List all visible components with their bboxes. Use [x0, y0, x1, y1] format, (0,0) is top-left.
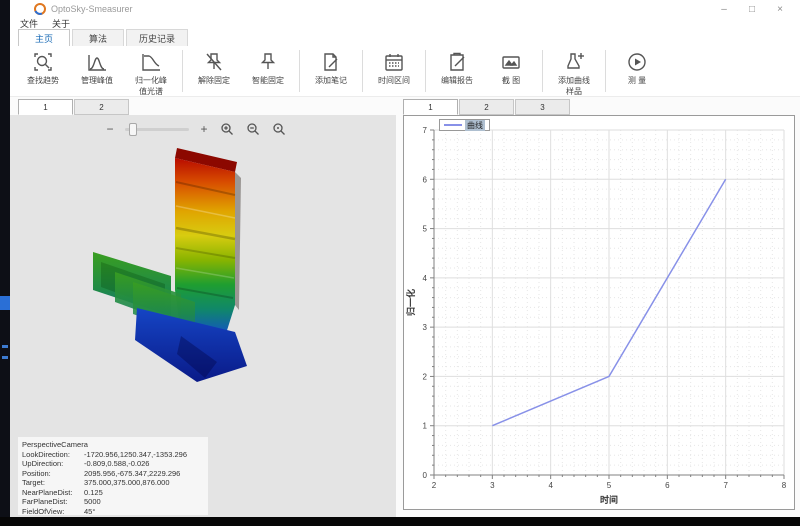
- maximize-button[interactable]: □: [738, 0, 766, 18]
- zoom-plus-button[interactable]: +: [199, 122, 209, 136]
- svg-text:8: 8: [782, 481, 787, 490]
- right-chart-panel: 1 2 3 曲线 234567801234567时间归一化: [403, 97, 797, 517]
- calendar-icon: [382, 50, 406, 74]
- svg-text:7: 7: [723, 481, 728, 490]
- smart-pin-button[interactable]: 智能固定: [241, 46, 295, 96]
- content-area: 1 2 − +: [10, 97, 800, 517]
- measure-button[interactable]: 测 量: [610, 46, 664, 96]
- svg-text:时间: 时间: [600, 494, 618, 505]
- toolbar-separator: [605, 50, 606, 92]
- normalize-curve-icon: [139, 50, 163, 74]
- toolbar-separator: [362, 50, 363, 92]
- minimize-button[interactable]: –: [710, 0, 738, 18]
- zoom-out-icon[interactable]: [245, 121, 261, 137]
- toolbar-separator: [182, 50, 183, 92]
- app-icon: [34, 3, 46, 15]
- left-panel-tabs: 1 2: [18, 99, 130, 115]
- svg-text:归一化: 归一化: [405, 289, 416, 316]
- screenshot-image-icon: [499, 50, 523, 74]
- pin-icon: [256, 50, 280, 74]
- left-3d-panel: 1 2 − +: [10, 97, 396, 517]
- tab-algorithm[interactable]: 算法: [72, 29, 124, 46]
- legend-series-label: 曲线: [465, 120, 485, 131]
- svg-text:3: 3: [490, 481, 495, 490]
- toolbar: 查找趋势 管理峰值 归一化峰 值光谱 解除固定: [10, 46, 800, 97]
- svg-text:2: 2: [423, 372, 428, 381]
- unpin-icon: [202, 50, 226, 74]
- svg-text:0: 0: [423, 471, 428, 480]
- add-note-button[interactable]: 添加笔记: [304, 46, 358, 96]
- background-window-strip: [0, 0, 10, 526]
- close-button[interactable]: ×: [766, 0, 794, 18]
- add-sample-flask-icon: [562, 50, 586, 74]
- svg-text:1: 1: [423, 422, 428, 431]
- screenshot-button[interactable]: 截 图: [484, 46, 538, 96]
- edit-report-button[interactable]: 编辑报告: [430, 46, 484, 96]
- 3d-viewport[interactable]: − +: [10, 115, 396, 517]
- zoom-fit-icon[interactable]: [271, 121, 287, 137]
- peak-curve-icon: [85, 50, 109, 74]
- svg-text:2: 2: [432, 481, 437, 490]
- ribbon-tab-strip: 主页 算法 历史记录: [10, 29, 800, 46]
- time-interval-button[interactable]: 时间区间: [367, 46, 421, 96]
- tab-home[interactable]: 主页: [18, 29, 70, 46]
- find-trend-button[interactable]: 查找趋势: [16, 46, 70, 96]
- toolbar-separator: [542, 50, 543, 92]
- chart-legend[interactable]: 曲线: [439, 119, 490, 131]
- toolbar-separator: [425, 50, 426, 92]
- background-blue-block: [0, 296, 10, 310]
- zoom-slider[interactable]: [125, 128, 189, 131]
- menubar: 文件 关于: [10, 18, 800, 29]
- right-tab-1[interactable]: 1: [403, 99, 458, 115]
- zoom-in-icon[interactable]: [219, 121, 235, 137]
- left-tab-2[interactable]: 2: [74, 99, 129, 115]
- svg-text:3: 3: [423, 323, 428, 332]
- zoom-minus-button[interactable]: −: [105, 122, 115, 136]
- svg-text:7: 7: [423, 126, 428, 135]
- normalize-peak-spectrum-button[interactable]: 归一化峰 值光谱: [124, 46, 178, 96]
- background-blue-text-fragment: [2, 345, 8, 348]
- background-blue-text-fragment: [2, 356, 8, 359]
- left-tab-1[interactable]: 1: [18, 99, 73, 115]
- svg-text:6: 6: [665, 481, 670, 490]
- right-tab-3[interactable]: 3: [515, 99, 570, 115]
- camera-info-box: PerspectiveCamera LookDirection:-1720.95…: [18, 437, 208, 515]
- titlebar: OptoSky-Smeasurer – □ ×: [10, 0, 800, 18]
- measure-play-icon: [625, 50, 649, 74]
- unpin-button[interactable]: 解除固定: [187, 46, 241, 96]
- legend-line-swatch: [444, 124, 462, 126]
- 3d-spectrum-waterfall: [85, 140, 305, 390]
- app-window: OptoSky-Smeasurer – □ × 文件 关于 主页 算法 历史记录…: [10, 0, 800, 517]
- right-tab-2[interactable]: 2: [459, 99, 514, 115]
- search-trend-icon: [31, 50, 55, 74]
- zoom-slider-thumb[interactable]: [129, 123, 137, 136]
- tab-history[interactable]: 历史记录: [126, 29, 188, 46]
- note-pencil-icon: [319, 50, 343, 74]
- manage-peaks-button[interactable]: 管理峰值: [70, 46, 124, 96]
- svg-text:6: 6: [423, 175, 428, 184]
- report-pencil-icon: [445, 50, 469, 74]
- window-title: OptoSky-Smeasurer: [51, 4, 133, 14]
- svg-text:4: 4: [423, 274, 428, 283]
- line-chart[interactable]: 曲线 2 3 4 5 6 7 8 0 1 2 3 4 5 6 7 时间 归一化: [403, 115, 795, 510]
- svg-text:4: 4: [548, 481, 553, 490]
- zoom-toolbar: − +: [105, 120, 315, 138]
- svg-text:5: 5: [607, 481, 612, 490]
- toolbar-separator: [299, 50, 300, 92]
- chart-plot-area: 2 3 4 5 6 7 8 0 1 2 3 4 5 6 7 时间 归一化: [404, 116, 794, 509]
- add-curve-sample-button[interactable]: 添加曲线 样品: [547, 46, 601, 96]
- background-bottom-strip: [0, 517, 800, 526]
- camera-info-title: PerspectiveCamera: [22, 440, 204, 450]
- svg-text:5: 5: [423, 225, 428, 234]
- right-panel-tabs: 1 2 3: [403, 99, 571, 115]
